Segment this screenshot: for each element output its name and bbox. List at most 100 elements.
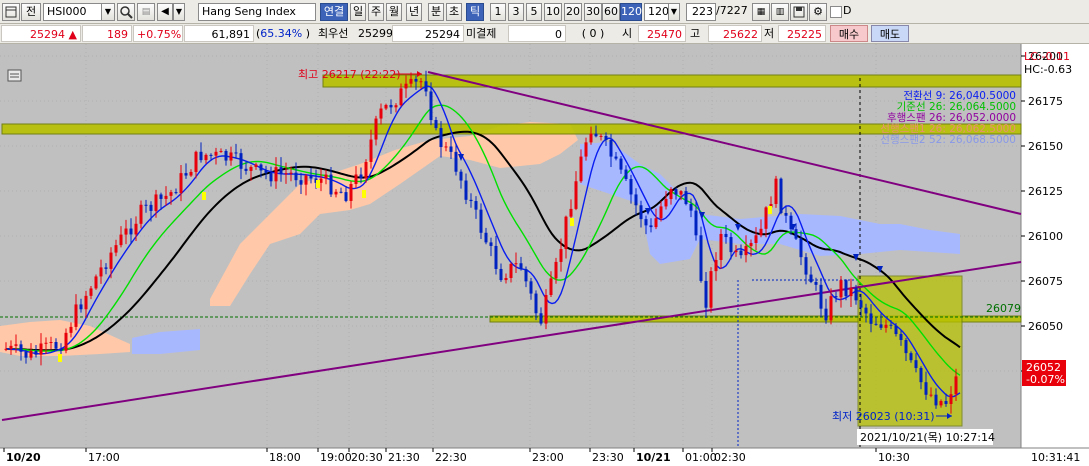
save-icon[interactable] xyxy=(790,3,808,21)
gear-icon[interactable]: ⚙ xyxy=(809,3,827,21)
y-tick-label: 26075 xyxy=(1028,275,1063,288)
candle-body xyxy=(674,189,678,195)
speaker-icon[interactable]: ◀ xyxy=(157,3,173,21)
split-icon[interactable]: ▥ xyxy=(771,3,789,21)
signal-marker-yellow xyxy=(316,180,320,188)
resistance-band xyxy=(1,123,1022,135)
count-input[interactable]: 223 xyxy=(686,3,716,21)
candle-body xyxy=(734,250,738,253)
candle-body xyxy=(59,348,63,351)
interval-5-button[interactable]: 5 xyxy=(526,3,542,21)
interval-3-button[interactable]: 3 xyxy=(508,3,524,21)
period-tab-day[interactable]: 일 xyxy=(350,3,366,21)
candle-body xyxy=(54,342,58,349)
candle-body xyxy=(289,172,293,174)
candle-body xyxy=(859,300,863,308)
period-tab-week[interactable]: 주 xyxy=(368,3,384,21)
interval-1-button[interactable]: 1 xyxy=(490,3,506,21)
candle-body xyxy=(284,173,288,175)
level-label: 26079 xyxy=(986,302,1021,315)
candle-body xyxy=(79,304,83,310)
candle-body xyxy=(9,345,13,349)
layout-icon[interactable]: ▦ xyxy=(752,3,770,21)
x-tick-label: 22:30 xyxy=(435,451,467,464)
candle-body xyxy=(294,172,298,181)
candle-body xyxy=(534,293,538,314)
interval-120-button[interactable]: 120 xyxy=(620,3,642,21)
candle-body xyxy=(424,81,428,92)
candle-body xyxy=(554,261,558,279)
unfilled-label: 미결제 xyxy=(466,27,497,40)
candle-body xyxy=(759,228,763,236)
candle-body xyxy=(529,281,533,294)
period-tab-second[interactable]: 초 xyxy=(446,3,462,21)
high-value: 25622 xyxy=(708,25,762,42)
candle-body xyxy=(74,304,78,327)
candle-body xyxy=(134,223,138,235)
candle-body xyxy=(89,288,93,296)
x-tick-label: 10/20 xyxy=(6,451,41,464)
interval-30-button[interactable]: 30 xyxy=(584,3,602,21)
compare-icon[interactable]: ▤ xyxy=(137,3,155,21)
candle-body xyxy=(244,168,248,171)
interval-20-button[interactable]: 20 xyxy=(564,3,582,21)
candle-body xyxy=(574,181,578,209)
chart-menu-icon[interactable] xyxy=(7,69,22,82)
candle-body xyxy=(174,192,178,194)
search-icon[interactable] xyxy=(117,3,135,21)
interval-10-button[interactable]: 10 xyxy=(544,3,562,21)
candle-body xyxy=(389,104,393,108)
candle-body xyxy=(104,267,108,269)
candle-body xyxy=(779,178,783,213)
window-icon[interactable] xyxy=(2,3,20,21)
candle-body xyxy=(804,257,808,275)
candle-body xyxy=(339,191,343,193)
mode-button[interactable]: 전 xyxy=(21,3,41,21)
interval-60-button[interactable]: 60 xyxy=(602,3,620,21)
candle-body xyxy=(484,232,488,243)
speaker-dropdown-icon[interactable]: ▼ xyxy=(173,3,185,21)
candle-body xyxy=(184,173,188,176)
best-price-label: 최우선 xyxy=(318,27,349,40)
candle-body xyxy=(154,194,158,211)
resistance-band-top xyxy=(322,74,1022,88)
candle-body xyxy=(799,238,803,258)
candle-body xyxy=(419,81,423,83)
current-price-value: 25294 xyxy=(30,28,66,41)
candle-body xyxy=(204,154,208,161)
candle-body xyxy=(504,277,508,281)
interval-dropdown-icon[interactable]: ▼ xyxy=(668,3,680,21)
sell-button[interactable]: 매도 xyxy=(871,25,909,42)
price-chart[interactable]: 2620026175261502612526100260752605026025… xyxy=(0,44,1089,466)
candle-body xyxy=(619,158,623,170)
candle-body xyxy=(519,263,523,270)
candle-body xyxy=(109,252,113,269)
candle-body xyxy=(359,174,363,179)
period-tab-minute[interactable]: 분 xyxy=(428,3,444,21)
candle-body xyxy=(209,154,213,156)
buy-button[interactable]: 매수 xyxy=(830,25,868,42)
signal-marker-yellow xyxy=(202,192,206,200)
symbol-dropdown-icon[interactable]: ▼ xyxy=(101,3,115,21)
candle-body xyxy=(214,151,218,156)
x-tick-label: 20:30 xyxy=(351,451,383,464)
option-checkbox[interactable] xyxy=(830,6,842,18)
period-tab-tick[interactable]: 틱 xyxy=(466,3,484,21)
candle-body xyxy=(524,269,528,282)
period-tab-month[interactable]: 월 xyxy=(386,3,402,21)
candle-body xyxy=(474,201,478,210)
candle-body xyxy=(4,348,8,350)
unfilled-value: 0 xyxy=(508,25,566,42)
candle-body xyxy=(199,151,203,161)
candle-body xyxy=(169,192,173,196)
period-tab-linked[interactable]: 연결 xyxy=(320,3,348,21)
candle-body xyxy=(234,152,238,154)
best-bid: 25299 xyxy=(358,27,393,40)
candle-body xyxy=(439,128,443,148)
chart-canvas[interactable]: 2620026175261502612526100260752605026025… xyxy=(0,44,1089,466)
volume: 61,891 xyxy=(184,25,254,42)
candle-body xyxy=(944,401,948,404)
candle-body xyxy=(219,150,223,152)
candle-body xyxy=(259,164,263,171)
period-tab-year[interactable]: 년 xyxy=(406,3,422,21)
